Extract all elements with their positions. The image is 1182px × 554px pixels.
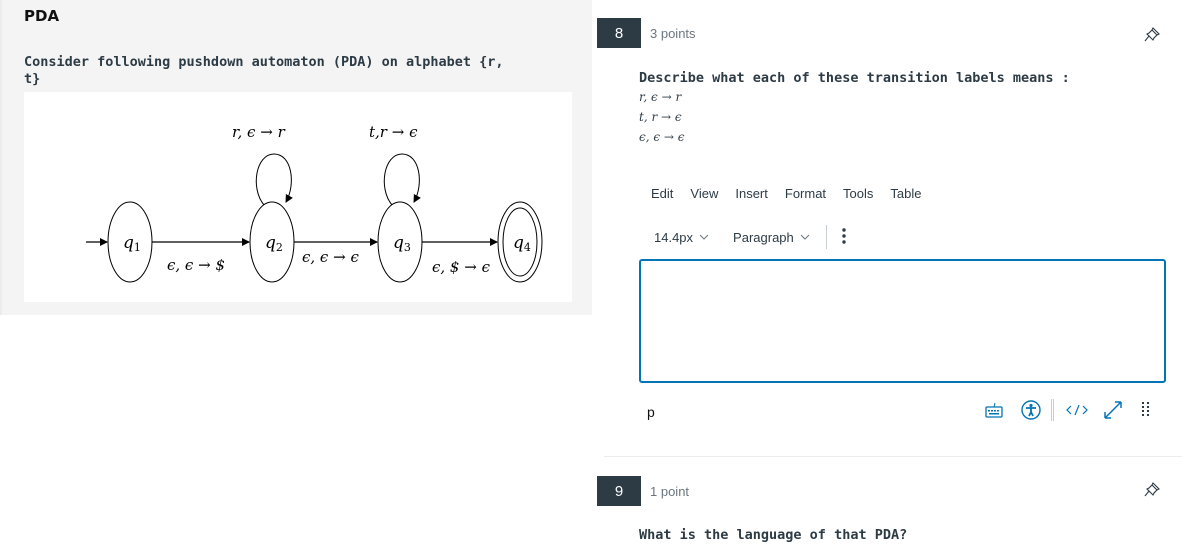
block-format-value: Paragraph	[733, 229, 794, 245]
transition-item: ϵ, ϵ → ϵ	[639, 130, 685, 144]
html-source-icon[interactable]	[1066, 404, 1088, 416]
question-divider	[604, 456, 1182, 457]
question-9-number-badge: 9	[597, 476, 641, 506]
question-9-points: 1 point	[650, 484, 690, 499]
answer-editor[interactable]	[639, 259, 1166, 383]
menu-insert[interactable]: Insert	[735, 186, 768, 201]
pin-icon[interactable]	[1143, 479, 1163, 499]
state-q3: q3	[377, 201, 423, 283]
element-path[interactable]: p	[647, 404, 655, 420]
toolbar-separator	[825, 225, 827, 249]
menu-table[interactable]: Table	[890, 186, 921, 201]
menu-view[interactable]: View	[690, 186, 718, 201]
transition-label-q1-q2: ϵ, ϵ → $	[167, 256, 225, 274]
font-size-value: 14.4px	[654, 229, 694, 245]
chevron-down-icon	[800, 234, 810, 240]
editor-menubar: Edit View Insert Format Tools Table	[651, 186, 938, 201]
menu-format[interactable]: Format	[785, 186, 826, 201]
statusbar-separator	[1051, 399, 1054, 421]
group-question-line-1: Consider following pushdown automaton (P…	[24, 54, 504, 70]
group-title: PDA	[24, 7, 60, 25]
transition-item: t, r → ϵ	[639, 110, 682, 124]
accessibility-icon[interactable]	[1021, 400, 1041, 420]
menu-edit[interactable]: Edit	[651, 186, 673, 201]
chevron-down-icon	[699, 234, 709, 240]
question-8-transition-list: r, ϵ → r t, r → ϵ ϵ, ϵ → ϵ	[639, 89, 684, 149]
fullscreen-icon[interactable]	[1102, 399, 1124, 421]
transition-label-q3-q4: ϵ, $ → ϵ	[432, 258, 491, 276]
question-8-text: Describe what each of these transition l…	[639, 70, 1070, 86]
question-8-points: 3 points	[650, 26, 696, 41]
kebab-menu-icon	[842, 227, 846, 244]
pda-diagram: q1 q2 q3 q4 ϵ, ϵ → $ r, ϵ → r ϵ, ϵ → ϵ t…	[24, 92, 572, 302]
transition-item: r, ϵ → r	[639, 90, 682, 104]
font-size-dropdown[interactable]: 14.4px	[654, 230, 709, 245]
state-q4: q4	[497, 201, 543, 283]
block-format-dropdown[interactable]: Paragraph	[733, 230, 810, 245]
state-q2: q2	[249, 201, 295, 283]
menu-tools[interactable]: Tools	[843, 186, 873, 201]
more-options-button[interactable]	[841, 227, 847, 248]
keyboard-icon[interactable]	[984, 401, 1004, 419]
pda-diagram-svg: q1 q2 q3 q4 ϵ, ϵ → $ r, ϵ → r ϵ, ϵ → ϵ t…	[86, 123, 543, 283]
pin-icon[interactable]	[1143, 24, 1163, 44]
editor-statusbar-icons	[984, 399, 1150, 421]
resize-handle-icon[interactable]	[1142, 401, 1150, 419]
transition-label-q2-loop: r, ϵ → r	[232, 123, 286, 141]
question-group-panel: PDA Consider following pushdown automato…	[0, 0, 592, 315]
group-question-line-2: t}	[24, 71, 41, 87]
transition-label-q2-q3: ϵ, ϵ → ϵ	[302, 248, 359, 266]
group-question-text: Consider following pushdown automaton (P…	[24, 54, 574, 88]
question-8-number-badge: 8	[597, 18, 641, 48]
state-q1: q1	[107, 201, 153, 283]
editor-toolbar: 14.4px Paragraph	[654, 225, 847, 249]
transition-label-q3-loop: t,r → ϵ	[369, 123, 418, 141]
self-loop-q3	[383, 153, 421, 206]
question-9-text: What is the language of that PDA?	[639, 527, 908, 543]
self-loop-q2	[255, 153, 293, 206]
